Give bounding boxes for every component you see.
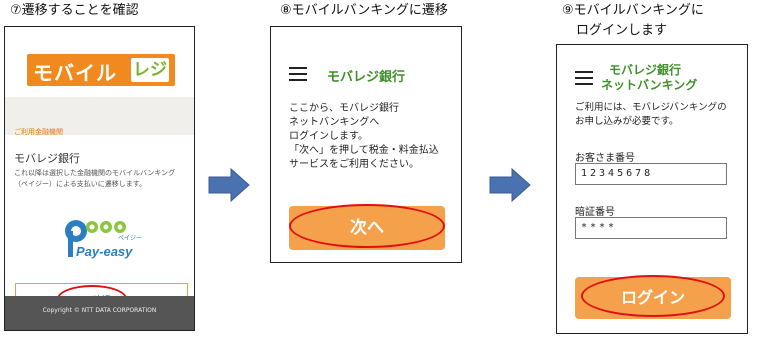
transition-description: これ以降は選択した金融機関のモバイルバンキング（ペイジー）による支払いに遷移しま… (14, 169, 176, 188)
right-arrow-icon (208, 168, 250, 202)
payeasy-logo: ペイジー Pay-easy (62, 213, 152, 265)
screen-mobile-banking-transition: モバレジ銀行 ここから、モバレジ銀行 ネットバンキングへ ログインします。 「次… (270, 26, 462, 263)
screen-confirm-transition: モバイル レジ ご利用金融機関 モバレジ銀行 これ以降は選択した金融機関のモバイ… (4, 26, 195, 331)
bank-title-line2: ネットバンキング (601, 78, 698, 92)
section-label: ご利用金融機関 (14, 128, 63, 136)
customer-number-label: お客さま番号 (575, 153, 635, 164)
bank-title: モバレジ銀行 (327, 70, 406, 85)
logo-regi-text: レジ (131, 58, 169, 82)
customer-number-input[interactable]: 12345678 (575, 163, 727, 185)
copyright-footer: Copyright © NTT DATA CORPORATION (5, 296, 194, 330)
menu-icon[interactable] (289, 67, 307, 81)
payeasy-text: Pay-easy (76, 244, 133, 259)
step9-caption-line1: ⑨モバイルバンキングに (562, 3, 704, 18)
highlight-next-oval (289, 204, 445, 248)
logo-text: モバイル (33, 61, 117, 85)
pin-label: 暗証番号 (575, 207, 615, 218)
signup-notice: ご利用には、モバレジバンキングの お申し込みが必要です。 (575, 102, 727, 127)
mobile-regi-logo: モバイル レジ (27, 54, 175, 86)
step9-caption-line2: ログインします (576, 23, 668, 38)
right-arrow-icon (489, 168, 531, 202)
pin-input[interactable]: **** (575, 217, 727, 239)
menu-icon[interactable] (575, 71, 593, 85)
bank-name: モバレジ銀行 (14, 152, 80, 165)
payeasy-kana: ペイジー (118, 235, 143, 242)
login-instructions: ここから、モバレジ銀行 ネットバンキングへ ログインします。 「次へ」を押して税… (289, 103, 439, 170)
step8-caption: ⑧モバイルバンキングに遷移 (280, 3, 448, 18)
screen-mobile-banking-login: モバレジ銀行 ネットバンキング ご利用には、モバレジバンキングの お申し込みが必… (556, 44, 748, 334)
highlight-login-oval (581, 275, 725, 317)
step7-caption: ⑦遷移することを確認 (10, 3, 139, 18)
